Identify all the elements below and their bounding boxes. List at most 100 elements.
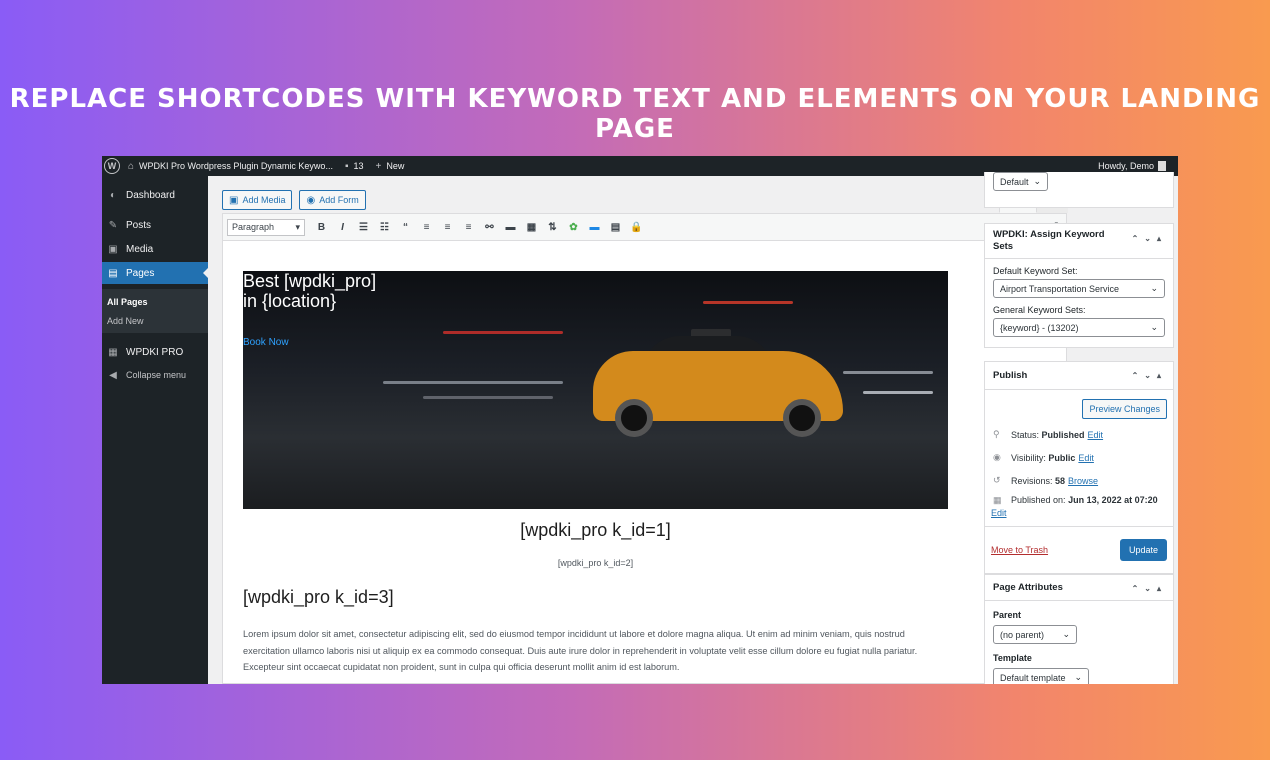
sidebar-item-posts[interactable]: ✎ Posts — [102, 214, 208, 236]
sidebar-item-media[interactable]: ▣ Media — [102, 238, 208, 260]
admin-sidebar: ◐ Dashboard ✎ Posts ▣ Media ▤ Pages All … — [102, 176, 208, 684]
shortcode-icon[interactable]: ⇅ — [542, 222, 563, 233]
dashboard-icon: ◐ — [109, 189, 117, 201]
site-title-link[interactable]: ⌂ WPDKI Pro Wordpress Plugin Dynamic Key… — [128, 161, 333, 172]
table-icon[interactable]: ▤ — [605, 222, 626, 233]
numbered-list-icon[interactable]: ☷ — [374, 222, 395, 233]
collapse-icon: ◀ — [109, 369, 117, 381]
form-icon: ◉ — [306, 194, 316, 206]
visibility-edit-link[interactable]: Edit — [1078, 453, 1094, 463]
add-media-button[interactable]: ▣ Add Media — [222, 190, 293, 210]
move-to-trash-link[interactable]: Move to Trash — [991, 545, 1048, 555]
parent-value: (no parent) — [1000, 629, 1045, 640]
top-select-box: Default ⌄ — [984, 172, 1174, 208]
keyword-sets-box: WPDKI: Assign Keyword Sets ⌃⌄▴ Default K… — [984, 223, 1174, 348]
sidebar-item-dashboard[interactable]: ◐ Dashboard — [102, 184, 208, 206]
toolbar-toggle-icon[interactable]: ▦ — [521, 222, 542, 233]
sidebar-item-wpdki-pro[interactable]: ▦ WPDKI PRO — [102, 341, 208, 363]
pin-icon: ✎ — [108, 219, 118, 231]
attributes-header[interactable]: Page Attributes ⌃⌄▴ — [985, 575, 1173, 601]
parent-label: Parent — [993, 610, 1022, 620]
hero-image: Best [wpdki_pro] in {location} Book Now — [243, 271, 948, 509]
format-select-value: Paragraph — [232, 222, 275, 232]
howdy-text: Howdy, Demo — [1098, 161, 1154, 171]
sidebar-item-label: Collapse menu — [126, 370, 187, 380]
comments-count: 13 — [353, 161, 364, 171]
editor-box: Paragraph ▾ B I ☰ ☷ “ ≡ ≡ ≡ ⚯ ▬ ▦ ⇅ ✿ ▬ … — [222, 213, 1067, 684]
lock-icon[interactable]: 🔒 — [626, 222, 647, 233]
sidebar-item-pages[interactable]: ▤ Pages — [102, 262, 208, 284]
comments-link[interactable]: ▪ 13 — [345, 161, 364, 172]
parent-select[interactable]: (no parent) ⌄ — [993, 625, 1077, 644]
box-arrows-icon[interactable]: ⌃⌄▴ — [1132, 584, 1167, 593]
default-keyword-value: Airport Transportation Service — [1000, 283, 1120, 294]
box-arrows-icon[interactable]: ⌃⌄▴ — [1132, 233, 1167, 245]
bullet-list-icon[interactable]: ☰ — [353, 222, 374, 233]
submenu-all-pages[interactable]: All Pages — [102, 293, 208, 312]
format-select[interactable]: Paragraph ▾ — [227, 218, 305, 236]
browse-link[interactable]: Browse — [1068, 476, 1098, 486]
publish-header[interactable]: Publish ⌃⌄▴ — [985, 362, 1173, 390]
italic-icon[interactable]: I — [332, 222, 353, 233]
align-right-icon[interactable]: ≡ — [458, 222, 479, 233]
add-form-label: Add Form — [319, 195, 359, 205]
eye-icon: ◉ — [993, 452, 1001, 462]
align-left-icon[interactable]: ≡ — [416, 222, 437, 233]
visibility-value: Public — [1048, 452, 1076, 463]
site-title: WPDKI Pro Wordpress Plugin Dynamic Keywo… — [139, 161, 333, 171]
add-form-button[interactable]: ◉ Add Form — [299, 190, 366, 210]
account-menu[interactable]: Howdy, Demo — [1098, 161, 1166, 171]
read-more-icon[interactable]: ▬ — [500, 222, 521, 233]
status-edit-link[interactable]: Edit — [1088, 430, 1104, 440]
history-icon: ↺ — [993, 475, 1001, 485]
sidebar-item-label: Media — [126, 243, 154, 255]
general-keyword-select[interactable]: {keyword} - (13202) ⌄ — [993, 318, 1165, 337]
default-keyword-select[interactable]: Airport Transportation Service ⌄ — [993, 279, 1165, 298]
new-content-link[interactable]: + New — [376, 161, 405, 172]
align-center-icon[interactable]: ≡ — [437, 222, 458, 233]
submenu-add-new[interactable]: Add New — [102, 312, 208, 331]
book-now-link[interactable]: Book Now — [243, 337, 289, 348]
shortcode-1: [wpdki_pro k_id=1] — [520, 520, 671, 540]
colors-icon[interactable]: ✿ — [563, 222, 584, 233]
publish-title: Publish — [993, 370, 1028, 381]
attributes-title: Page Attributes — [993, 582, 1063, 593]
keyword-box-header[interactable]: WPDKI: Assign Keyword Sets ⌃⌄▴ — [985, 224, 1173, 259]
collapse-menu[interactable]: ◀ Collapse menu — [102, 364, 208, 386]
media-icon: ▣ — [108, 243, 118, 255]
calendar-icon: ▦ — [993, 494, 1002, 505]
hero-title: Best [wpdki_pro] in {location} — [243, 271, 376, 311]
strip-icon[interactable]: ▬ — [584, 222, 605, 233]
chevron-down-icon: ⌄ — [1033, 176, 1041, 186]
home-icon: ⌂ — [128, 160, 135, 172]
editor-content[interactable]: Best [wpdki_pro] in {location} Book Now … — [223, 242, 1068, 684]
box-arrows-icon[interactable]: ⌃⌄▴ — [1132, 371, 1167, 380]
visibility-label: Visibility: — [1011, 452, 1046, 463]
chevron-down-icon: ⌄ — [1150, 322, 1158, 332]
top-select[interactable]: Default ⌄ — [993, 172, 1048, 191]
taxi-wheel — [615, 399, 653, 437]
template-select[interactable]: Default template ⌄ — [993, 668, 1089, 684]
page-attributes-box: Page Attributes ⌃⌄▴ Parent (no parent) ⌄… — [984, 574, 1174, 684]
new-label: New — [386, 161, 405, 171]
chevron-down-icon: ⌄ — [1074, 672, 1082, 682]
preview-changes-button[interactable]: Preview Changes — [1082, 399, 1167, 419]
taxi-wheel — [783, 399, 821, 437]
general-keyword-label: General Keyword Sets: — [993, 305, 1086, 315]
media-icon: ▣ — [229, 194, 239, 206]
link-icon[interactable]: ⚯ — [479, 222, 500, 233]
pages-submenu: All Pages Add New — [102, 289, 208, 333]
published-row: ▦ Published on: Jun 13, 2022 at 07:20 — [985, 492, 1173, 508]
lorem-paragraph: Lorem ipsum dolor sit amet, consectetur … — [243, 629, 918, 672]
hero-title-line2: in {location} — [243, 291, 337, 311]
bold-icon[interactable]: B — [311, 222, 332, 233]
add-media-label: Add Media — [242, 195, 286, 205]
update-button[interactable]: Update — [1119, 539, 1167, 561]
right-sidebar: Default ⌄ WPDKI: Assign Keyword Sets ⌃⌄▴… — [982, 172, 1178, 684]
blockquote-icon[interactable]: “ — [395, 222, 416, 233]
chevron-down-icon: ▾ — [295, 221, 300, 232]
chevron-down-icon: ⌄ — [1150, 283, 1158, 293]
wordpress-logo-icon[interactable]: W — [104, 158, 120, 174]
published-edit-link[interactable]: Edit — [991, 508, 1007, 518]
template-label: Template — [993, 653, 1032, 663]
